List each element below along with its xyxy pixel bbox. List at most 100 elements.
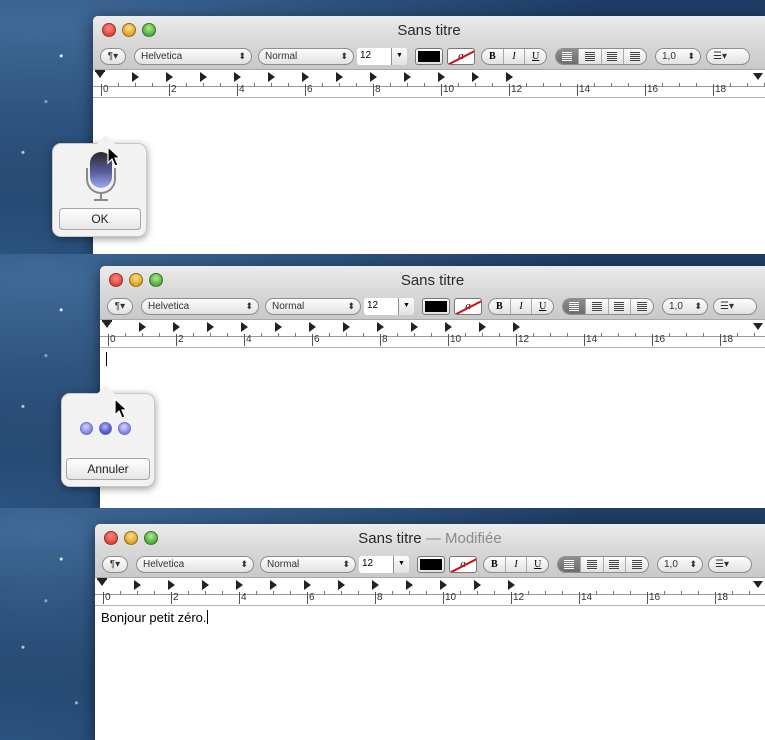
bold-button[interactable]: B xyxy=(489,299,511,314)
paragraph-styles-menu[interactable]: ¶▾ xyxy=(107,298,133,315)
underline-button[interactable]: U xyxy=(532,299,553,314)
tab-stop-marker[interactable] xyxy=(370,72,377,82)
underline-button[interactable]: U xyxy=(525,49,546,64)
tab-stop-marker[interactable] xyxy=(207,322,214,332)
align-right-button[interactable] xyxy=(604,557,627,572)
tab-stop-marker[interactable] xyxy=(445,322,452,332)
font-size-field[interactable]: 12 xyxy=(364,298,398,315)
line-spacing-popup[interactable]: 1,0 ⬍ xyxy=(655,48,701,65)
tab-stop-marker[interactable] xyxy=(336,72,343,82)
tab-stop-marker[interactable] xyxy=(506,72,513,82)
ruler[interactable]: 0 2 4 6 8 10 12 14 16 18 xyxy=(100,320,765,348)
highlight-color-well[interactable]: a xyxy=(447,48,475,65)
tab-stop-marker[interactable] xyxy=(173,322,180,332)
tab-stop-marker[interactable] xyxy=(134,580,141,590)
document-area[interactable]: Bonjour petit zéro. xyxy=(95,606,765,625)
tab-stop-marker[interactable] xyxy=(166,72,173,82)
font-style-popup[interactable]: Normal ⬍ xyxy=(258,48,354,65)
tab-stop-marker[interactable] xyxy=(404,72,411,82)
ruler[interactable]: 0 2 4 6 8 10 12 14 16 18 xyxy=(95,578,765,606)
tab-stop-marker[interactable] xyxy=(338,580,345,590)
font-family-popup[interactable]: Helvetica ⬍ xyxy=(134,48,252,65)
text-color-well[interactable] xyxy=(422,298,450,315)
title-bar[interactable]: Sans titre xyxy=(93,16,765,44)
italic-button[interactable]: I xyxy=(506,557,528,572)
list-bullets-menu[interactable]: ☰▾ xyxy=(708,556,752,573)
paragraph-styles-menu[interactable]: ¶▾ xyxy=(102,556,128,573)
tab-stop-marker[interactable] xyxy=(200,72,207,82)
align-left-button[interactable] xyxy=(556,49,579,64)
tab-stop-marker[interactable] xyxy=(377,322,384,332)
tab-stop-marker[interactable] xyxy=(139,322,146,332)
justify-button[interactable] xyxy=(626,557,648,572)
tab-stop-marker[interactable] xyxy=(474,580,481,590)
tab-stop-marker[interactable] xyxy=(372,580,379,590)
dictation-cancel-button[interactable]: Annuler xyxy=(66,458,150,480)
italic-button[interactable]: I xyxy=(511,299,533,314)
justify-button[interactable] xyxy=(631,299,653,314)
tab-stop-marker[interactable] xyxy=(508,580,515,590)
list-bullets-menu[interactable]: ☰▾ xyxy=(706,48,750,65)
tab-stop-marker[interactable] xyxy=(202,580,209,590)
tab-stop-marker[interactable] xyxy=(270,580,277,590)
align-center-button[interactable] xyxy=(586,299,609,314)
font-family-popup[interactable]: Helvetica ⬍ xyxy=(141,298,259,315)
font-style-popup[interactable]: Normal ⬍ xyxy=(265,298,361,315)
tab-stop-marker[interactable] xyxy=(411,322,418,332)
tab-stop-marker[interactable] xyxy=(234,72,241,82)
tab-stop-marker[interactable] xyxy=(513,322,520,332)
font-size-combo[interactable]: 12 ▼ xyxy=(359,556,409,573)
title-bar[interactable]: Sans titre — Modifiée xyxy=(95,524,765,552)
tab-stop-marker[interactable] xyxy=(438,72,445,82)
tab-stop-marker[interactable] xyxy=(268,72,275,82)
text-color-well[interactable] xyxy=(415,48,443,65)
tab-stop-marker[interactable] xyxy=(406,580,413,590)
font-size-combo[interactable]: 12 ▼ xyxy=(357,48,407,65)
line-spacing-popup[interactable]: 1,0 ⬍ xyxy=(662,298,708,315)
chevron-down-icon[interactable]: ▼ xyxy=(393,556,409,573)
text-color-well[interactable] xyxy=(417,556,445,573)
chevron-down-icon[interactable]: ▼ xyxy=(398,298,414,315)
align-right-button[interactable] xyxy=(602,49,625,64)
tab-stop-marker[interactable] xyxy=(343,322,350,332)
font-size-combo[interactable]: 12 ▼ xyxy=(364,298,414,315)
tab-stop-marker[interactable] xyxy=(275,322,282,332)
align-center-button[interactable] xyxy=(581,557,604,572)
align-left-button[interactable] xyxy=(563,299,586,314)
line-spacing-popup[interactable]: 1,0 ⬍ xyxy=(657,556,703,573)
tab-stop-marker[interactable] xyxy=(440,580,447,590)
dictation-ok-button[interactable]: OK xyxy=(59,208,141,230)
font-family-popup[interactable]: Helvetica ⬍ xyxy=(136,556,254,573)
bold-button[interactable]: B xyxy=(484,557,506,572)
tab-stop-marker[interactable] xyxy=(168,580,175,590)
underline-button[interactable]: U xyxy=(527,557,548,572)
list-bullets-menu[interactable]: ☰▾ xyxy=(713,298,757,315)
ruler[interactable]: 0 2 4 6 8 10 12 14 16 18 xyxy=(93,70,765,98)
bold-button[interactable]: B xyxy=(482,49,504,64)
highlight-color-well[interactable]: a xyxy=(454,298,482,315)
tab-stop-marker[interactable] xyxy=(132,72,139,82)
align-left-button[interactable] xyxy=(558,557,581,572)
justify-button[interactable] xyxy=(624,49,646,64)
ruler-minor-tick xyxy=(426,591,427,595)
paragraph-styles-menu[interactable]: ¶▾ xyxy=(100,48,126,65)
font-size-field[interactable]: 12 xyxy=(357,48,391,65)
ruler-minor-tick xyxy=(142,333,143,337)
italic-button[interactable]: I xyxy=(504,49,526,64)
tab-stop-marker[interactable] xyxy=(304,580,311,590)
tab-stop-marker[interactable] xyxy=(241,322,248,332)
highlight-color-well[interactable]: a xyxy=(449,556,477,573)
document-area[interactable] xyxy=(100,348,765,367)
tab-stop-marker[interactable] xyxy=(302,72,309,82)
chevron-down-icon[interactable]: ▼ xyxy=(391,48,407,65)
tab-stop-marker[interactable] xyxy=(236,580,243,590)
tab-stop-marker[interactable] xyxy=(472,72,479,82)
title-bar[interactable]: Sans titre xyxy=(100,266,765,294)
align-right-button[interactable] xyxy=(609,299,632,314)
document-area[interactable] xyxy=(93,98,765,102)
font-size-field[interactable]: 12 xyxy=(359,556,393,573)
font-style-popup[interactable]: Normal ⬍ xyxy=(260,556,356,573)
tab-stop-marker[interactable] xyxy=(309,322,316,332)
align-center-button[interactable] xyxy=(579,49,602,64)
tab-stop-marker[interactable] xyxy=(479,322,486,332)
